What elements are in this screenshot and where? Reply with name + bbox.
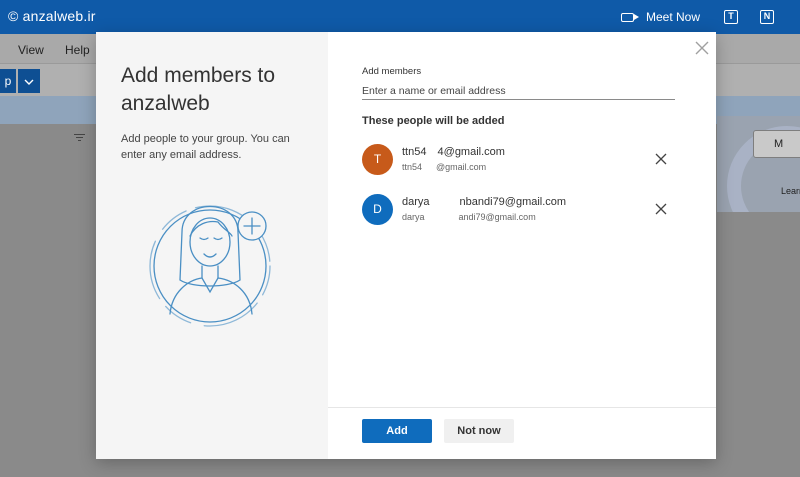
- dialog-description: Add people to your group. You can enter …: [121, 133, 290, 161]
- menu-view[interactable]: View: [18, 43, 44, 57]
- people-added-heading: These people will be added: [362, 115, 505, 127]
- dialog-left-pane: Add members to anzalweb Add people to yo…: [96, 32, 328, 459]
- remove-member-icon[interactable]: [654, 202, 668, 216]
- learn-link[interactable]: Learn: [781, 186, 800, 196]
- watermark-brand: © anzalweb.ir: [8, 8, 96, 24]
- video-camera-icon: [620, 12, 639, 22]
- toolbar-primary-button[interactable]: p: [0, 69, 16, 93]
- remove-member-icon[interactable]: [654, 152, 668, 166]
- member-name-rest: 4@gmail.com: [437, 146, 505, 158]
- member-email-part: ttn54: [402, 162, 423, 172]
- member-email-part: darya: [402, 212, 425, 222]
- chevron-down-icon: [24, 79, 34, 85]
- member-row: D darya nbandi79@gmail.com darya andi79@gm…: [362, 194, 682, 228]
- member-name: darya nbandi79@gmail.com: [402, 196, 566, 208]
- member-name: ttn54 4@gmail.com: [402, 146, 505, 158]
- meet-now-label: Meet Now: [645, 10, 700, 24]
- not-now-button[interactable]: Not now: [444, 419, 514, 443]
- filter-icon[interactable]: [74, 134, 85, 142]
- member-name-rest: nbandi79@gmail.com: [459, 196, 567, 208]
- add-members-dialog: Add members to anzalweb Add people to yo…: [96, 32, 716, 459]
- member-name-part: ttn54: [402, 146, 430, 158]
- add-person-illustration-icon: [149, 205, 271, 327]
- app-top-bar: © anzalweb.ir Meet Now T N: [0, 0, 800, 34]
- member-search-input[interactable]: [362, 82, 675, 100]
- add-members-label: Add members: [362, 66, 422, 77]
- toolbar-dropdown-button[interactable]: [18, 69, 40, 93]
- close-dialog-icon[interactable]: [692, 38, 712, 58]
- promo-card-button-label: M: [774, 138, 784, 150]
- avatar: T: [362, 144, 393, 175]
- promo-card-button[interactable]: M: [753, 130, 800, 158]
- dialog-title: Add members to anzalweb: [121, 64, 276, 115]
- teams-icon[interactable]: T: [724, 10, 738, 24]
- meet-now-button[interactable]: Meet Now: [620, 10, 700, 24]
- onenote-icon[interactable]: N: [760, 10, 774, 24]
- member-email-rest: @gmail.com: [436, 162, 487, 172]
- member-email-rest: andi79@gmail.com: [458, 212, 536, 222]
- member-name-part: darya: [402, 196, 430, 208]
- avatar: D: [362, 194, 393, 225]
- member-email: darya andi79@gmail.com: [402, 212, 536, 222]
- menu-help[interactable]: Help: [65, 43, 90, 57]
- member-row: T ttn54 4@gmail.com ttn54 @gmail.com: [362, 144, 682, 178]
- promo-card: M Learn: [717, 116, 800, 212]
- member-email: ttn54 @gmail.com: [402, 162, 486, 172]
- add-button[interactable]: Add: [362, 419, 432, 443]
